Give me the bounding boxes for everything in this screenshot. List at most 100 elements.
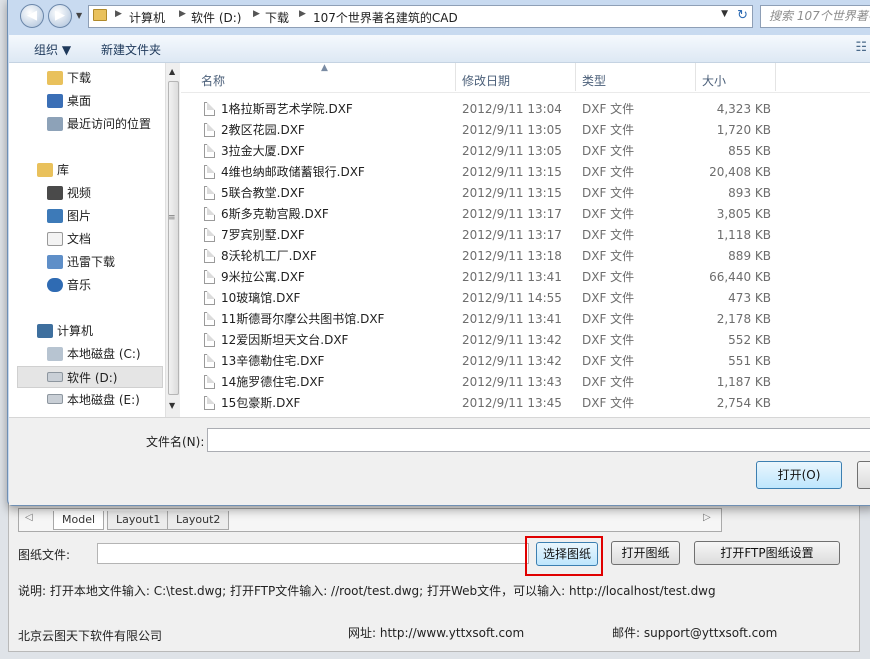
column-date[interactable]: 修改日期: [462, 72, 510, 89]
file-name: 9米拉公寓.DXF: [221, 270, 305, 284]
file-row[interactable]: 7罗宾别墅.DXF 2012/9/11 13:17 DXF 文件 1,118 KB: [181, 225, 870, 246]
file-date: 2012/9/11 13:15: [462, 165, 562, 179]
file-row[interactable]: 9米拉公寓.DXF 2012/9/11 13:41 DXF 文件 66,440 KB: [181, 267, 870, 288]
cancel-button[interactable]: [857, 461, 870, 489]
file-row[interactable]: 14施罗德住宅.DXF 2012/9/11 13:43 DXF 文件 1,187 KB: [181, 372, 870, 393]
open-drawing-button[interactable]: 打开图纸: [611, 541, 680, 565]
file-name: 6斯多克勒宫殿.DXF: [221, 207, 329, 221]
filename-input[interactable]: [207, 428, 870, 452]
highlight-box: [525, 536, 603, 576]
dxf-file-icon: [204, 270, 215, 284]
breadcrumb-chevron-icon[interactable]: ▶: [253, 9, 260, 19]
scroll-up-icon[interactable]: ▲: [169, 67, 175, 76]
file-name: 1格拉斯哥艺术学院.DXF: [221, 102, 353, 116]
website-text: 网址: http://www.yttxsoft.com: [348, 626, 525, 640]
column-name[interactable]: 名称: [201, 72, 225, 89]
file-date: 2012/9/11 13:05: [462, 123, 562, 137]
forward-button[interactable]: ▶: [48, 4, 72, 28]
nav-item-documents[interactable]: 文档: [9, 228, 159, 250]
nav-item-recent[interactable]: 最近访问的位置: [9, 113, 159, 135]
file-row[interactable]: 8沃轮机工厂.DXF 2012/9/11 13:18 DXF 文件 889 KB: [181, 246, 870, 267]
column-divider[interactable]: [695, 63, 696, 91]
nav-item-label: 下载: [67, 71, 92, 85]
nav-item-drive-c[interactable]: 本地磁盘 (C:): [9, 343, 159, 365]
nav-item-computer[interactable]: 计算机: [9, 320, 159, 342]
organize-menu[interactable]: 组织 ▼: [34, 41, 71, 58]
tab-scroll-right-icon[interactable]: ▷: [703, 512, 711, 523]
breadcrumb-chevron-icon[interactable]: ▶: [115, 9, 122, 19]
view-options-icon[interactable]: ☷: [855, 40, 867, 55]
file-name: 15包豪斯.DXF: [221, 396, 301, 410]
dxf-file-icon: [204, 102, 215, 116]
file-date: 2012/9/11 13:18: [462, 249, 562, 263]
file-row[interactable]: 15包豪斯.DXF 2012/9/11 13:45 DXF 文件 2,754 KB: [181, 393, 870, 414]
tab-layout1[interactable]: Layout1: [107, 511, 170, 530]
breadcrumb-chevron-icon[interactable]: ▶: [179, 9, 186, 19]
open-button[interactable]: 打开(O): [756, 461, 842, 489]
address-bar[interactable]: ▶ 计算机 ▶ 软件 (D:) ▶ 下载 ▶ 107个世界著名建筑的CAD ▼ …: [88, 5, 753, 28]
column-size[interactable]: 大小: [702, 72, 726, 89]
nav-scrollbar[interactable]: ▲ ≡ ▼: [165, 63, 180, 417]
nav-item-desktop[interactable]: 桌面: [9, 90, 159, 112]
navigation-pane: 下载 桌面 最近访问的位置 库 视频 图片 文档 迅雷下载 音乐 计算机 本地磁…: [9, 63, 164, 417]
nav-item-label: 库: [57, 163, 70, 177]
file-row[interactable]: 10玻璃馆.DXF 2012/9/11 14:55 DXF 文件 473 KB: [181, 288, 870, 309]
file-row[interactable]: 5联合教堂.DXF 2012/9/11 13:15 DXF 文件 893 KB: [181, 183, 870, 204]
tab-model[interactable]: Model: [53, 511, 105, 530]
column-divider[interactable]: [575, 63, 576, 91]
file-date: 2012/9/11 13:45: [462, 396, 562, 410]
file-name: 7罗宾别墅.DXF: [221, 228, 305, 242]
file-date: 2012/9/11 13:05: [462, 144, 562, 158]
file-name: 2教区花园.DXF: [221, 123, 305, 137]
nav-item-libraries[interactable]: 库: [9, 159, 159, 181]
email-text: 邮件: support@yttxsoft.com: [612, 626, 778, 640]
back-button[interactable]: ◀: [20, 4, 44, 28]
column-divider[interactable]: [455, 63, 456, 91]
refresh-icon[interactable]: ↻: [737, 8, 748, 23]
nav-item-label: 软件 (D:): [67, 371, 118, 385]
file-name: 14施罗德住宅.DXF: [221, 375, 325, 389]
breadcrumb-drive-d[interactable]: 软件 (D:): [191, 9, 241, 26]
file-row[interactable]: 12爱因斯坦天文台.DXF 2012/9/11 13:42 DXF 文件 552 KB: [181, 330, 870, 351]
breadcrumb-downloads[interactable]: 下载: [265, 9, 289, 26]
breadcrumb-current-folder[interactable]: 107个世界著名建筑的CAD: [313, 9, 458, 26]
file-row[interactable]: 11斯德哥尔摩公共图书馆.DXF 2012/9/11 13:41 DXF 文件 2,1…: [181, 309, 870, 330]
file-row[interactable]: 1格拉斯哥艺术学院.DXF 2012/9/11 13:04 DXF 文件 4,323 …: [181, 99, 870, 120]
file-type: DXF 文件: [582, 375, 635, 389]
new-folder-button[interactable]: 新建文件夹: [101, 41, 161, 58]
nav-item-downloads[interactable]: 下载: [9, 67, 159, 89]
nav-item-video[interactable]: 视频: [9, 182, 159, 204]
file-row[interactable]: 2教区花园.DXF 2012/9/11 13:05 DXF 文件 1,720 KB: [181, 120, 870, 141]
breadcrumb-chevron-icon[interactable]: ▶: [299, 9, 306, 19]
nav-item-thunder[interactable]: 迅雷下载: [9, 251, 159, 273]
address-dropdown-icon[interactable]: ▼: [721, 9, 728, 19]
tab-layout2[interactable]: Layout2: [167, 511, 230, 530]
file-row[interactable]: 6斯多克勒宫殿.DXF 2012/9/11 13:17 DXF 文件 3,805 KB: [181, 204, 870, 225]
nav-item-drive-e[interactable]: 本地磁盘 (E:): [9, 389, 159, 411]
drawing-file-input[interactable]: [97, 543, 529, 564]
column-divider[interactable]: [775, 63, 776, 91]
file-type: DXF 文件: [582, 270, 635, 284]
recent-places-icon: [47, 117, 63, 131]
drive-icon: [47, 394, 63, 404]
scrollbar-thumb[interactable]: [168, 81, 179, 395]
file-date: 2012/9/11 13:04: [462, 102, 562, 116]
nav-item-drive-d[interactable]: 软件 (D:): [17, 366, 163, 388]
tab-scroll-left-icon[interactable]: ◁: [25, 512, 33, 523]
dxf-file-icon: [204, 165, 215, 179]
search-input[interactable]: 搜索 107个世界著名建筑的CAD: [760, 5, 870, 28]
scroll-down-icon[interactable]: ▼: [169, 401, 175, 410]
dxf-file-icon: [204, 354, 215, 368]
nav-item-pictures[interactable]: 图片: [9, 205, 159, 227]
file-row[interactable]: 4维也纳邮政储蓄银行.DXF 2012/9/11 13:15 DXF 文件 20,40…: [181, 162, 870, 183]
file-list: ▲ 名称 修改日期 类型 大小 1格拉斯哥艺术学院.DXF 2012/9/11 1…: [181, 63, 870, 417]
nav-item-music[interactable]: 音乐: [9, 274, 159, 296]
file-size: 1,720 KB: [716, 123, 771, 137]
open-ftp-settings-button[interactable]: 打开FTP图纸设置: [694, 541, 840, 565]
column-type[interactable]: 类型: [582, 72, 606, 89]
breadcrumb-computer[interactable]: 计算机: [129, 9, 165, 26]
history-dropdown-icon[interactable]: ▼: [76, 11, 82, 20]
file-size: 552 KB: [728, 333, 771, 347]
file-row[interactable]: 13辛德勒住宅.DXF 2012/9/11 13:42 DXF 文件 551 KB: [181, 351, 870, 372]
file-row[interactable]: 3拉金大厦.DXF 2012/9/11 13:05 DXF 文件 855 KB: [181, 141, 870, 162]
